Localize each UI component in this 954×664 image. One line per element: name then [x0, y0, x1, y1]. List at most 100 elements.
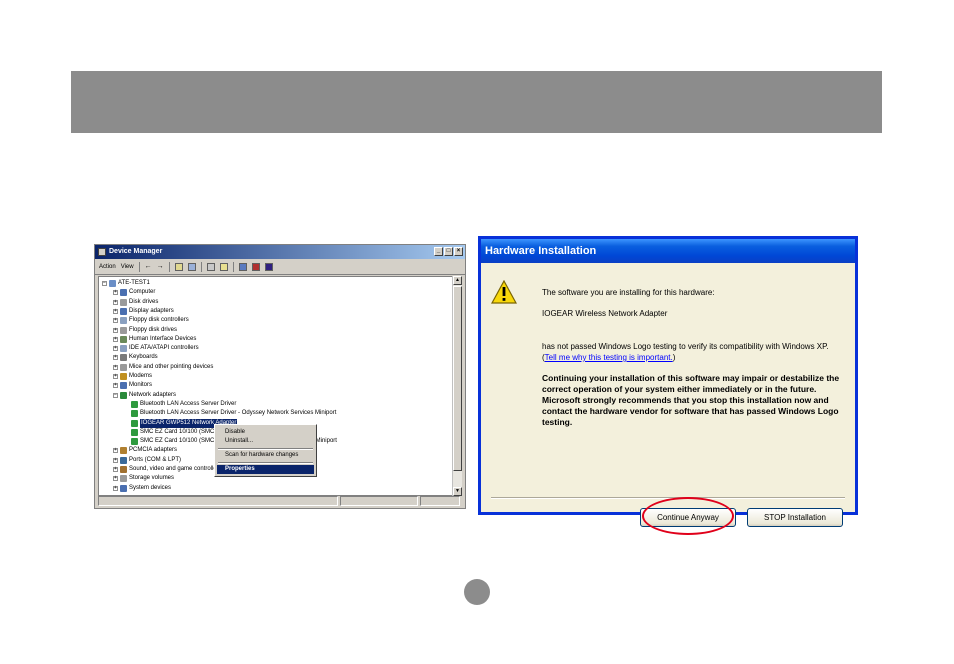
menu-item-disable[interactable]: Disable [217, 428, 314, 437]
collapse-icon[interactable]: − [113, 392, 118, 398]
port-icon [120, 456, 127, 464]
controller-icon [120, 345, 127, 353]
drive-icon [120, 475, 127, 483]
update-driver-icon[interactable] [251, 262, 260, 271]
tree-item[interactable]: + Modems [113, 372, 152, 381]
drive-icon [120, 326, 127, 334]
tree-item-label: Floppy disk controllers [129, 317, 189, 324]
expand-icon[interactable]: + [113, 374, 118, 379]
minimize-button[interactable]: _ [434, 247, 443, 256]
uninstall-icon[interactable] [264, 262, 273, 271]
device-name-text: IOGEAR Wireless Network Adapter [542, 309, 668, 318]
tree-item-label: Display adapters [129, 307, 174, 314]
computer-icon [109, 280, 116, 287]
stop-installation-button[interactable]: STOP Installation [747, 508, 843, 527]
tree-item[interactable]: + Human Interface Devices [113, 335, 196, 344]
expand-icon[interactable]: + [113, 364, 118, 370]
tree-item[interactable]: Bluetooth LAN Access Server Driver [124, 400, 236, 409]
tree-item[interactable]: + Storage volumes [113, 474, 174, 483]
context-menu: Disable Uninstall... Scan for hardware c… [214, 424, 317, 477]
tree-item-label: Ports (COM & LPT) [129, 456, 182, 463]
tree-item[interactable]: + Sound, video and game controllers [113, 465, 222, 474]
tree-item[interactable]: + Display adapters [113, 307, 174, 316]
dialog-titlebar[interactable]: Hardware Installation [481, 239, 855, 263]
monitor-icon [120, 382, 127, 390]
up-folder-icon[interactable] [174, 262, 183, 271]
toolbar-separator [200, 261, 202, 272]
continue-anyway-button[interactable]: Continue Anyway [640, 508, 736, 527]
logo-testing-suffix: ) [672, 353, 676, 362]
expand-icon[interactable]: + [113, 346, 118, 352]
software-installing-text: The software you are installing for this… [542, 288, 715, 297]
menu-action[interactable]: Action [99, 264, 116, 270]
menu-view[interactable]: View [121, 264, 134, 270]
scroll-up-button[interactable]: ▲ [453, 276, 462, 285]
vertical-scrollbar[interactable]: ▲ ▼ [452, 276, 462, 496]
scroll-thumb[interactable] [453, 286, 462, 471]
tree-item-label: System devices [129, 484, 172, 491]
tree-item-label: Floppy disk drives [129, 326, 178, 333]
maximize-button[interactable]: □ [444, 247, 453, 256]
testing-info-link[interactable]: Tell me why this testing is important. [545, 353, 673, 362]
expand-icon[interactable]: + [113, 448, 118, 454]
properties-icon[interactable] [206, 262, 215, 271]
menu-item-properties[interactable]: Properties [217, 465, 314, 474]
expand-icon[interactable]: + [113, 467, 118, 472]
expand-icon[interactable]: + [113, 308, 118, 314]
tree-item[interactable]: − ATE-TEST1 [102, 279, 150, 288]
tree-item-label: Sound, video and game controllers [129, 466, 222, 472]
expand-icon[interactable]: + [113, 457, 118, 463]
tree-item[interactable]: + System devices [113, 484, 171, 493]
network-card-icon [131, 410, 138, 418]
controller-icon [120, 317, 127, 325]
tree-item[interactable]: + Floppy disk controllers [113, 316, 189, 325]
tree-item[interactable]: + Computer [113, 288, 155, 297]
menu-item-uninstall[interactable]: Uninstall... [217, 437, 314, 446]
scan-hardware-icon[interactable] [238, 262, 247, 271]
expand-icon[interactable]: + [113, 355, 118, 361]
toolbar: Action View ← → [95, 259, 465, 275]
tree-item[interactable]: + Monitors [113, 381, 152, 390]
expand-icon[interactable]: + [113, 318, 118, 324]
tree-item[interactable]: + Ports (COM & LPT) [113, 456, 181, 465]
expand-icon[interactable]: + [113, 327, 118, 333]
expand-icon[interactable]: + [113, 336, 118, 342]
scroll-down-button[interactable]: ▼ [453, 487, 462, 496]
device-manager-titlebar[interactable]: Device Manager _ □ × [95, 245, 465, 259]
tree-item-label: Bluetooth LAN Access Server Driver - Ody… [140, 410, 337, 417]
toolbar-separator [138, 261, 140, 272]
system-icon [120, 484, 127, 492]
back-arrow-icon[interactable]: ← [145, 263, 152, 270]
tree-item[interactable]: + Disk drives [113, 298, 158, 307]
expand-icon[interactable]: + [113, 299, 118, 305]
expand-icon[interactable]: + [113, 383, 118, 389]
tree-item-label: Bluetooth LAN Access Server Driver [140, 400, 237, 407]
menu-item-scan[interactable]: Scan for hardware changes [217, 451, 314, 460]
monitor-icon [120, 289, 127, 297]
tree-item[interactable]: Bluetooth LAN Access Server Driver - Ody… [124, 409, 336, 418]
expand-icon[interactable]: + [113, 476, 118, 482]
tree-item[interactable]: + Floppy disk drives [113, 326, 177, 335]
network-card-icon [131, 428, 138, 436]
pcmcia-icon [120, 447, 127, 455]
toolbar-separator [232, 261, 234, 272]
show-hide-tree-icon[interactable] [187, 262, 196, 271]
header-banner [71, 71, 882, 133]
help-icon[interactable] [219, 262, 228, 271]
tree-item[interactable]: + PCMCIA adapters [113, 446, 177, 455]
tree-item[interactable]: + Mice and other pointing devices [113, 363, 213, 372]
close-button[interactable]: × [454, 247, 463, 256]
warning-text: Continuing your installation of this sof… [542, 373, 840, 427]
sound-icon [120, 466, 127, 473]
collapse-icon[interactable]: − [102, 281, 107, 286]
status-cell [420, 496, 460, 506]
tree-item[interactable]: + IDE ATA/ATAPI controllers [113, 344, 199, 353]
tree-item-label: Computer [129, 289, 156, 296]
expand-icon[interactable]: + [113, 485, 118, 491]
tree-item[interactable]: − Network adapters [113, 391, 176, 400]
device-manager-window: Device Manager _ □ × Action View ← → − AT… [94, 244, 466, 509]
tree-item[interactable]: + Keyboards [113, 353, 158, 362]
expand-icon[interactable]: + [113, 290, 118, 296]
forward-arrow-icon[interactable]: → [157, 263, 164, 270]
page-number-dot [464, 579, 490, 605]
